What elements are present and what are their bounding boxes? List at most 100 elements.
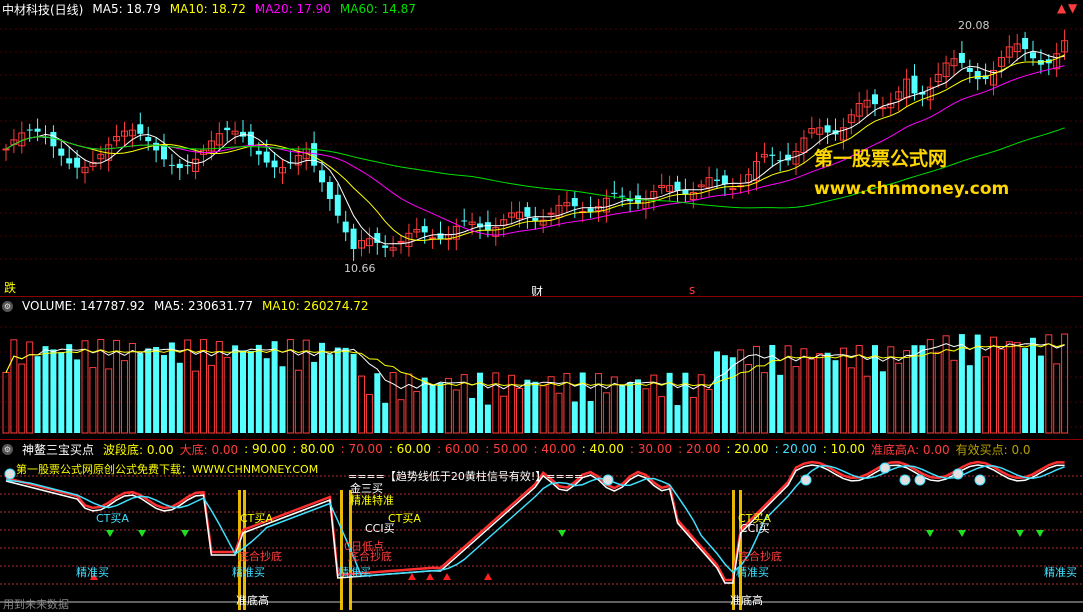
volume-bar xyxy=(863,375,871,434)
volume-bar xyxy=(477,372,483,433)
scroll-down-icon[interactable]: ▼ xyxy=(1068,1,1077,15)
volume-bar xyxy=(547,376,555,434)
volume-bar xyxy=(705,389,713,434)
candle-body xyxy=(319,170,325,183)
settings-icon[interactable]: ⚙ xyxy=(2,443,13,455)
high-price-label: 20.08 xyxy=(958,19,990,32)
volume-bar xyxy=(1045,334,1053,434)
volume-bar xyxy=(729,357,736,433)
indicator-param: 大底: 0.00 xyxy=(179,442,239,457)
volume-bar xyxy=(689,396,697,434)
candle-body xyxy=(161,145,167,160)
volume-bar xyxy=(184,339,192,434)
volume-bar xyxy=(2,372,10,434)
volume-bar xyxy=(627,382,634,433)
scroll-up-icon[interactable]: ▲ xyxy=(1057,1,1066,15)
signal-ball-icon xyxy=(800,474,812,486)
volume-bar xyxy=(697,374,705,434)
volume-bar xyxy=(128,342,136,434)
volume-bar xyxy=(34,356,41,433)
volume-bar xyxy=(255,344,262,433)
volume-bar xyxy=(579,372,586,433)
candle-body xyxy=(714,179,720,181)
volume-bar xyxy=(721,355,728,433)
candle-body xyxy=(255,150,262,155)
indicator-param: : 60.00 xyxy=(388,442,432,456)
volume-bar xyxy=(997,348,1005,434)
volume-bar xyxy=(223,356,231,434)
volume-bar xyxy=(105,368,113,434)
volume-bar xyxy=(161,355,167,433)
marker-s: s xyxy=(689,283,696,297)
volume-bar xyxy=(839,347,847,434)
volume-bar xyxy=(769,345,776,433)
candle-body xyxy=(247,131,254,146)
volume-bar xyxy=(350,353,357,433)
volume-bar xyxy=(1030,337,1036,433)
candle-body xyxy=(350,228,357,250)
indicator-param: : 90.00 xyxy=(244,442,287,456)
volume-bar xyxy=(903,350,911,434)
indicator-param: : 20.00 xyxy=(774,442,817,456)
candle-body xyxy=(571,198,578,207)
candle-body xyxy=(224,127,231,131)
cci-buy-label: CCI买 xyxy=(365,522,395,535)
volume-bar xyxy=(934,351,942,434)
candle-body xyxy=(66,158,73,164)
candle-body xyxy=(461,220,468,222)
signal-ball-icon xyxy=(879,462,891,474)
volume-bar xyxy=(153,346,160,433)
signal-ball-icon xyxy=(974,474,986,486)
price-panel[interactable]: 中材科技(日线) MA5: 18.79 MA10: 18.72 MA20: 17… xyxy=(0,0,1083,299)
stock-name: 中材科技(日线) xyxy=(2,2,84,17)
volume-bar xyxy=(1037,355,1044,433)
bottom-buy-label: 底合抄底 xyxy=(738,550,782,563)
volume-bar xyxy=(286,339,294,434)
arrow-down-icon xyxy=(106,530,114,537)
volume-bar xyxy=(887,346,895,434)
candle-body xyxy=(674,181,681,191)
candle-body xyxy=(168,164,175,166)
volume-bar xyxy=(958,334,965,433)
volume-bar xyxy=(200,339,207,434)
bottom-buy-label: 底合抄底 xyxy=(348,550,392,563)
settings-icon[interactable]: ⚙ xyxy=(2,300,13,312)
volume-bar xyxy=(421,377,428,433)
volume-bar xyxy=(587,401,594,433)
quasi-bottom-high-label: 准底高 xyxy=(730,594,763,607)
candle-body xyxy=(429,237,437,240)
volume-bar xyxy=(397,399,405,434)
candle-body xyxy=(484,222,491,231)
precise-buy-label: 精准买 xyxy=(76,566,109,579)
indicator-panel[interactable]: ⚙ 神鳌三宝买点 波段底: 0.00 大底: 0.00: 90.00: 80.00… xyxy=(0,440,1083,612)
candle-body xyxy=(421,226,428,233)
bottom-buy-label: 底合抄底 xyxy=(238,550,282,563)
volume-bar xyxy=(753,345,760,434)
volume-bar xyxy=(263,358,270,433)
volume-bar xyxy=(879,371,886,433)
volume-bar xyxy=(571,401,578,433)
volume-bar xyxy=(1022,348,1029,433)
candle-body xyxy=(334,194,341,216)
arrow-down-icon xyxy=(181,530,189,537)
indicator-name: 神鳌三宝买点 xyxy=(22,442,95,457)
volume-bar xyxy=(911,345,918,433)
indicator-param: : 10.00 xyxy=(822,442,866,456)
volume-bar xyxy=(374,373,381,433)
candle-body xyxy=(326,182,333,200)
candle-body xyxy=(176,163,183,169)
signal-ball-icon xyxy=(952,468,964,480)
precise-buy-label: 精准买 xyxy=(736,566,769,579)
ct-buy-label: CT买A xyxy=(96,512,129,525)
indicator-param: : 30.00 xyxy=(629,442,673,456)
volume-bar xyxy=(42,346,49,433)
marker-die: 跌 xyxy=(4,281,17,295)
volume-bar xyxy=(50,349,57,433)
precise-special-label: 精准特准 xyxy=(350,494,394,507)
volume-bar xyxy=(539,385,547,434)
volume-bar xyxy=(247,351,254,433)
volume-bar xyxy=(469,397,476,433)
volume-bar xyxy=(974,334,981,433)
volume-panel[interactable]: ⚙ VOLUME: 147787.92 MA5: 230631.77 MA10:… xyxy=(0,297,1083,439)
ct-buy-label: CT买A xyxy=(240,512,273,525)
